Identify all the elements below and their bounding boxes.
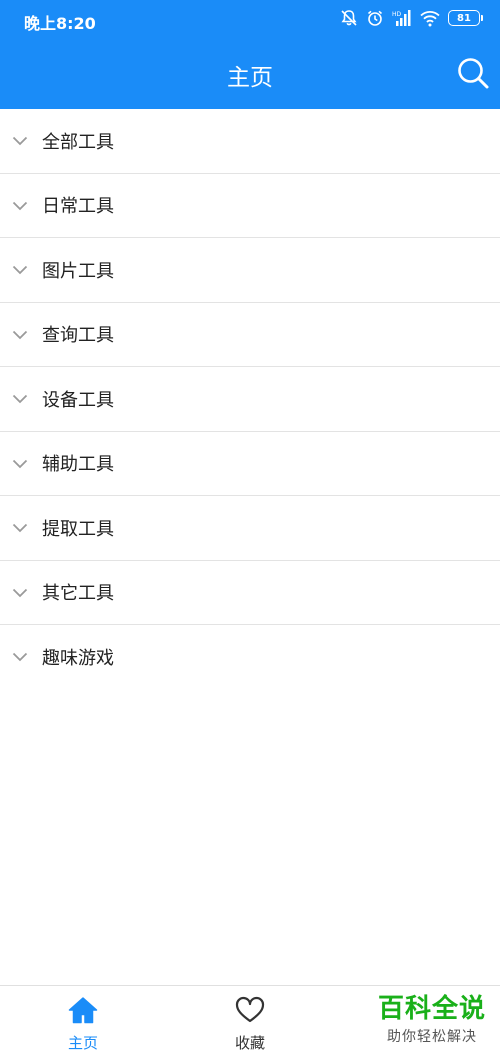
chevron-down-icon — [12, 652, 28, 662]
chevron-down-icon — [12, 265, 28, 275]
search-button[interactable] — [456, 56, 490, 90]
tool-category-list: 全部工具 日常工具 图片工具 查询工具 设备工具 辅助工具 提取工具 其它工具 … — [0, 109, 500, 690]
alarm-icon — [367, 10, 383, 26]
signal-icon: HD — [392, 10, 411, 26]
battery-level: 81 — [457, 12, 471, 24]
battery-icon: 81 — [448, 10, 483, 26]
chevron-down-icon — [12, 588, 28, 597]
tool-item-label: 辅助工具 — [42, 454, 114, 476]
nav-tab-home[interactable]: 主页 — [0, 986, 166, 1057]
nav-tab-label: 主页 — [67, 1034, 98, 1052]
watermark: 百科全说 助你轻松解决 — [378, 994, 486, 1046]
tool-item-label: 趣味游戏 — [42, 648, 114, 670]
home-icon — [68, 997, 98, 1024]
chevron-down-icon — [12, 394, 28, 404]
nav-tab-label: 收藏 — [234, 1034, 265, 1052]
tool-item-label: 查询工具 — [42, 325, 114, 347]
nav-tab-favorites[interactable]: 收藏 — [167, 986, 333, 1057]
tool-item-label: 全部工具 — [42, 131, 114, 153]
tool-item-all[interactable]: 全部工具 — [0, 109, 500, 174]
tool-item-label: 提取工具 — [42, 518, 114, 540]
tool-item-label: 日常工具 — [42, 196, 114, 218]
tool-item-query[interactable]: 查询工具 — [0, 303, 500, 367]
status-time: 晚上8:20 — [24, 14, 96, 33]
search-icon — [458, 58, 489, 89]
chevron-down-icon — [12, 523, 28, 533]
tool-item-fun-games[interactable]: 趣味游戏 — [0, 625, 500, 690]
tool-item-extract[interactable]: 提取工具 — [0, 496, 500, 561]
chevron-down-icon — [12, 459, 28, 468]
tool-item-other[interactable]: 其它工具 — [0, 561, 500, 625]
status-icons: HD 81 — [340, 9, 483, 27]
tool-item-label: 设备工具 — [42, 389, 114, 411]
status-bar: 晚上8:20 HD 81 — [0, 0, 500, 40]
tool-item-device[interactable]: 设备工具 — [0, 367, 500, 432]
chevron-down-icon — [12, 136, 28, 146]
heart-icon — [235, 996, 265, 1023]
tool-item-label: 其它工具 — [42, 583, 114, 605]
svg-text:HD: HD — [392, 11, 402, 18]
chevron-down-icon — [12, 201, 28, 210]
wifi-icon — [420, 11, 440, 27]
tool-item-label: 图片工具 — [42, 260, 114, 282]
app-bar: 主页 — [0, 40, 500, 109]
mute-bell-icon — [341, 10, 357, 26]
tool-item-assist[interactable]: 辅助工具 — [0, 432, 500, 496]
tool-item-daily[interactable]: 日常工具 — [0, 174, 500, 238]
chevron-down-icon — [12, 330, 28, 339]
watermark-subtitle: 助你轻松解决 — [386, 1029, 477, 1045]
tool-item-image[interactable]: 图片工具 — [0, 238, 500, 303]
page-title: 主页 — [227, 65, 273, 91]
watermark-title: 百科全说 — [377, 994, 486, 1024]
